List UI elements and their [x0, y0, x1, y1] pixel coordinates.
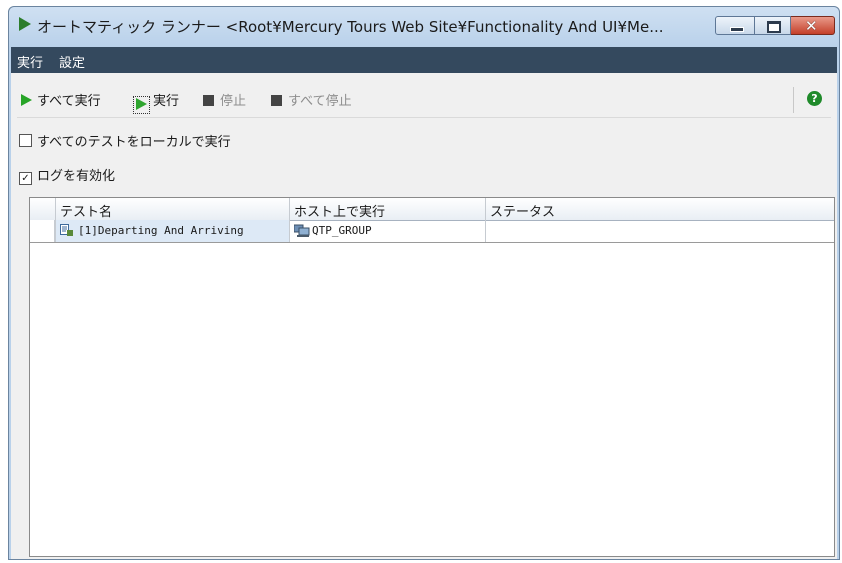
close-button[interactable]: ✕	[791, 16, 835, 35]
toolbar: すべて実行 実行 停止 すべて停止 ?	[17, 81, 831, 118]
column-label-status: ステータス	[490, 205, 556, 220]
play-icon	[19, 17, 31, 31]
test-grid: テスト名 ホスト上で実行 ステータス [1]Departing And Arri…	[29, 197, 835, 557]
column-header-status[interactable]: ステータス	[485, 198, 834, 220]
stop-all-label: すべて停止	[288, 94, 352, 109]
run-all-locally-option[interactable]: すべてのテストをローカルで実行	[19, 131, 231, 150]
column-label-host: ホスト上で実行	[294, 205, 386, 220]
menu-settings[interactable]: 設定	[59, 52, 85, 71]
maximize-button[interactable]	[755, 16, 791, 35]
cell-status[interactable]	[485, 220, 834, 242]
run-all-play-icon	[21, 94, 32, 106]
cell-test-name[interactable]: [1]Departing And Arriving	[55, 220, 289, 242]
run-focus-box	[133, 96, 150, 114]
row-header[interactable]	[30, 220, 55, 242]
run-play-icon	[136, 98, 147, 110]
stop-all-icon	[271, 95, 282, 106]
stop-icon	[203, 95, 214, 106]
run-label: 実行	[153, 94, 180, 109]
cell-host[interactable]: QTP_GROUP	[289, 220, 485, 242]
close-icon: ✕	[805, 17, 818, 35]
minimize-button[interactable]	[715, 16, 755, 35]
run-all-button[interactable]: すべて実行	[21, 90, 101, 109]
host-value: QTP_GROUP	[312, 224, 372, 237]
toolbar-separator	[793, 87, 794, 113]
column-header-test-name[interactable]: テスト名	[55, 198, 289, 220]
table-row[interactable]: [1]Departing And Arriving QTP_GROUP	[30, 220, 834, 243]
stop-label: 停止	[220, 94, 247, 109]
help-icon[interactable]: ?	[807, 91, 822, 106]
run-all-locally-label: すべてのテストをローカルで実行	[37, 135, 231, 150]
menu-bar: 実行 設定	[11, 47, 837, 73]
grid-header: テスト名 ホスト上で実行 ステータス	[30, 198, 834, 221]
window-title: オートマティック ランナー <Root¥Mercury Tours Web Si…	[37, 18, 664, 36]
run-all-locally-checkbox[interactable]	[19, 134, 32, 147]
run-button[interactable]: 実行	[133, 90, 179, 114]
stop-all-button[interactable]: すべて停止	[271, 90, 352, 109]
enable-log-option[interactable]: ✓ ログを有効化	[19, 165, 115, 185]
column-label-test-name: テスト名	[60, 205, 113, 220]
run-all-label: すべて実行	[37, 94, 101, 109]
title-bar[interactable]: オートマティック ランナー <Root¥Mercury Tours Web Si…	[9, 7, 839, 47]
enable-log-label: ログを有効化	[37, 169, 116, 184]
client-area: すべて実行 実行 停止 すべて停止 ? すべてのテストをローカルで実行 ✓ ログを…	[11, 73, 837, 559]
stop-button[interactable]: 停止	[203, 90, 246, 109]
automatic-runner-window: オートマティック ランナー <Root¥Mercury Tours Web Si…	[8, 6, 840, 560]
test-script-icon	[60, 224, 73, 236]
menu-run[interactable]: 実行	[17, 52, 43, 71]
minimize-icon	[730, 27, 744, 32]
enable-log-checkbox[interactable]: ✓	[19, 172, 32, 185]
computer-group-icon	[294, 224, 310, 237]
row-header-corner	[30, 198, 55, 220]
maximize-icon	[767, 21, 781, 33]
column-header-host[interactable]: ホスト上で実行	[289, 198, 485, 220]
test-name-value: [1]Departing And Arriving	[78, 224, 244, 237]
